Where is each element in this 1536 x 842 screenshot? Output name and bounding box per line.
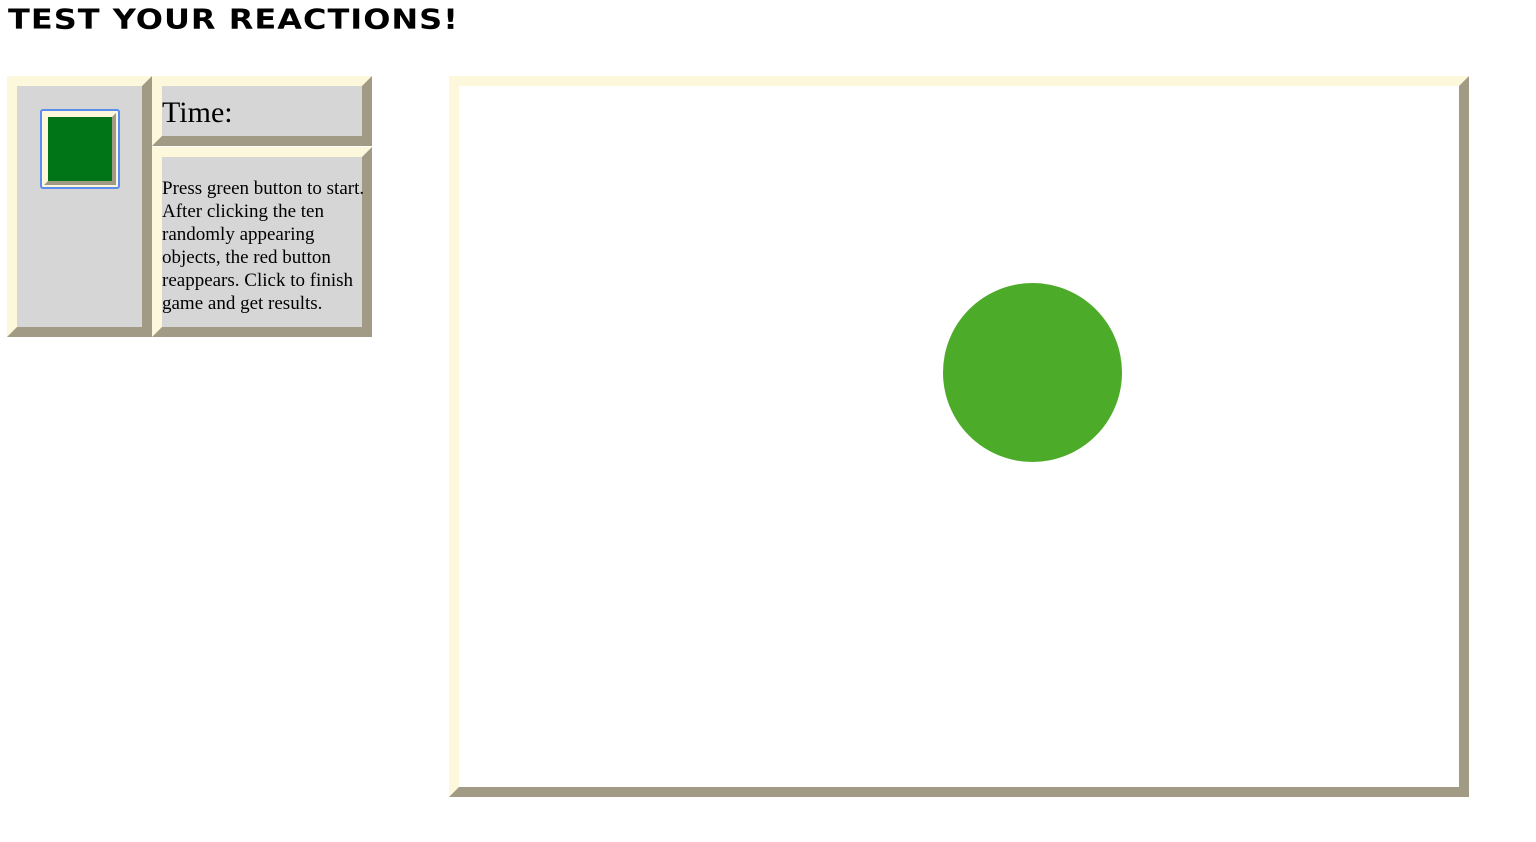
start-button[interactable] — [40, 109, 120, 189]
time-panel: Time: — [152, 76, 372, 146]
instructions-panel: Press green button to start. After click… — [152, 147, 372, 337]
game-area[interactable] — [449, 76, 1469, 797]
target-circle[interactable] — [943, 283, 1122, 462]
time-label: Time: — [162, 96, 233, 129]
page-title: TEST YOUR REACTIONS! — [8, 2, 459, 36]
start-button-panel — [7, 76, 152, 337]
instructions-text: Press green button to start. After click… — [162, 178, 365, 314]
start-button-face — [44, 113, 116, 185]
